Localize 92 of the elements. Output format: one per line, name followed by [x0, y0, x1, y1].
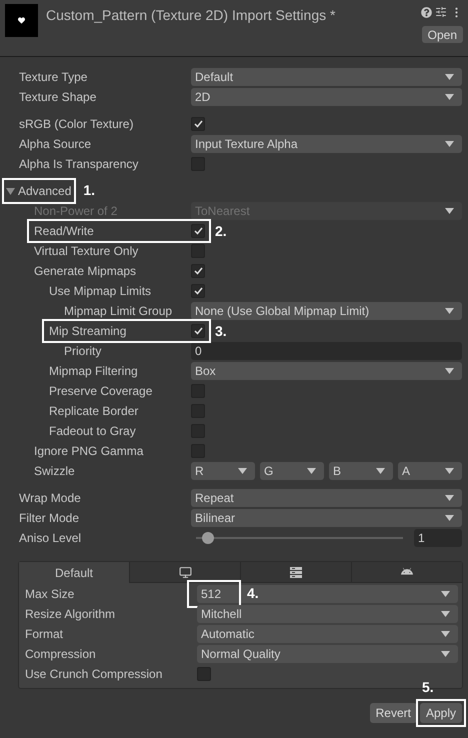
field-label: Ignore PNG Gamma: [34, 443, 144, 460]
platform-tab[interactable]: [129, 562, 240, 583]
field-label: Mipmap Filtering: [49, 363, 138, 380]
help-icon[interactable]: [421, 6, 432, 18]
dropdown[interactable]: G: [260, 462, 324, 480]
dropdown-arrow-icon: [441, 631, 450, 637]
dropdown[interactable]: Mitchell: [197, 605, 458, 623]
annotation-number: 3.: [215, 322, 227, 341]
checkbox[interactable]: [191, 324, 205, 338]
dropdown[interactable]: Input Texture Alpha: [191, 135, 462, 153]
dropdown-arrow-icon: [376, 468, 385, 474]
field-label: Preserve Coverage: [49, 383, 152, 400]
dropdown-arrow-icon: [441, 651, 450, 657]
dropdown-arrow-icon: [307, 468, 316, 474]
sliders-icon[interactable]: [435, 6, 447, 18]
checkbox[interactable]: [197, 667, 211, 681]
dropdown[interactable]: B: [329, 462, 393, 480]
dropdown[interactable]: None (Use Global Mipmap Limit): [191, 302, 462, 320]
field-label: Priority: [64, 343, 102, 360]
field-label: Aniso Level: [19, 530, 82, 547]
dropdown[interactable]: Bilinear: [191, 509, 462, 527]
annotation-frame: [416, 699, 466, 727]
checkbox[interactable]: [191, 264, 205, 278]
dropdown-arrow-icon: [445, 515, 454, 521]
check-icon: [194, 287, 202, 295]
field-label: Fadeout to Gray: [49, 423, 136, 440]
dialog-button[interactable]: Revert: [370, 703, 417, 723]
annotation-number: 4.: [247, 584, 259, 603]
dropdown[interactable]: R: [191, 462, 255, 480]
dropdown-arrow-icon: [445, 468, 454, 474]
annotation-number: 1.: [83, 181, 96, 200]
field-label: Compression: [25, 646, 96, 663]
number-field[interactable]: 0: [191, 342, 462, 360]
slider-thumb[interactable]: [202, 532, 214, 544]
field-label: Swizzle: [34, 463, 75, 480]
dropdown-arrow-icon: [238, 468, 247, 474]
dropdown[interactable]: Automatic: [197, 625, 458, 643]
check-icon: [194, 267, 202, 275]
dropdown[interactable]: 2D: [191, 88, 462, 106]
field-label: Use Crunch Compression: [25, 666, 162, 683]
check-icon: [194, 120, 202, 128]
checkbox[interactable]: [191, 284, 205, 298]
texture-thumbnail-icon: [5, 4, 38, 37]
field-label: Replicate Border: [49, 403, 138, 420]
checkbox[interactable]: [191, 117, 205, 131]
field-label: Mip Streaming: [49, 323, 126, 340]
field-label: Max Size: [25, 586, 74, 603]
checkbox[interactable]: [191, 244, 205, 258]
dropdown-arrow-icon: [445, 141, 454, 147]
window-title: Custom_Pattern (Texture 2D) Import Settings *: [46, 6, 336, 25]
platform-tab[interactable]: [240, 562, 351, 583]
check-icon: [194, 327, 202, 335]
dropdown[interactable]: Box: [191, 362, 462, 380]
dropdown[interactable]: Repeat: [191, 489, 462, 507]
field-label: Alpha Source: [19, 136, 92, 153]
dropdown-arrow-icon: [445, 74, 454, 80]
dropdown-arrow-icon: [445, 308, 454, 314]
annotation-number: 5.: [422, 678, 434, 697]
dropdown[interactable]: Normal Quality: [197, 645, 458, 663]
dialog-button[interactable]: Apply: [420, 703, 462, 723]
field-label: Alpha Is Transparency: [19, 156, 138, 173]
check-icon: [194, 227, 202, 235]
field-label: Advanced: [18, 183, 72, 200]
number-field[interactable]: 1: [414, 529, 462, 547]
dropdown-arrow-icon: [445, 368, 454, 374]
open-button[interactable]: Open: [422, 26, 463, 43]
monitor-icon: [178, 566, 192, 578]
field-label: Texture Shape: [19, 89, 96, 106]
field-label: Texture Type: [19, 69, 88, 86]
field-label: Format: [25, 626, 64, 643]
dropdown-arrow-icon: [445, 495, 454, 501]
dropdown[interactable]: A: [398, 462, 462, 480]
slider-track[interactable]: [196, 532, 403, 544]
annotation-number: 2.: [215, 222, 227, 241]
field-label: Wrap Mode: [19, 490, 81, 507]
dropdown-arrow-icon: [441, 591, 450, 597]
field-label: Virtual Texture Only: [34, 243, 138, 260]
expanded-triangle-icon[interactable]: [6, 186, 15, 196]
dropdown-arrow-icon: [445, 94, 454, 100]
field-label: Filter Mode: [19, 510, 80, 527]
field-label: Resize Algorithm: [25, 606, 116, 623]
dropdown-arrow-icon: [445, 208, 454, 214]
checkbox[interactable]: [191, 224, 205, 238]
field-label: Mipmap Limit Group: [64, 303, 172, 320]
field-label: Use Mipmap Limits: [49, 283, 152, 300]
field-label: Generate Mipmaps: [34, 263, 136, 280]
field-label: sRGB (Color Texture): [19, 116, 134, 133]
field-label: Non-Power of 2: [34, 203, 118, 220]
dropdown[interactable]: Default: [191, 68, 462, 86]
dropdown-arrow-icon: [441, 611, 450, 617]
server-icon: [290, 566, 302, 578]
field-label: Read/Write: [34, 223, 94, 240]
